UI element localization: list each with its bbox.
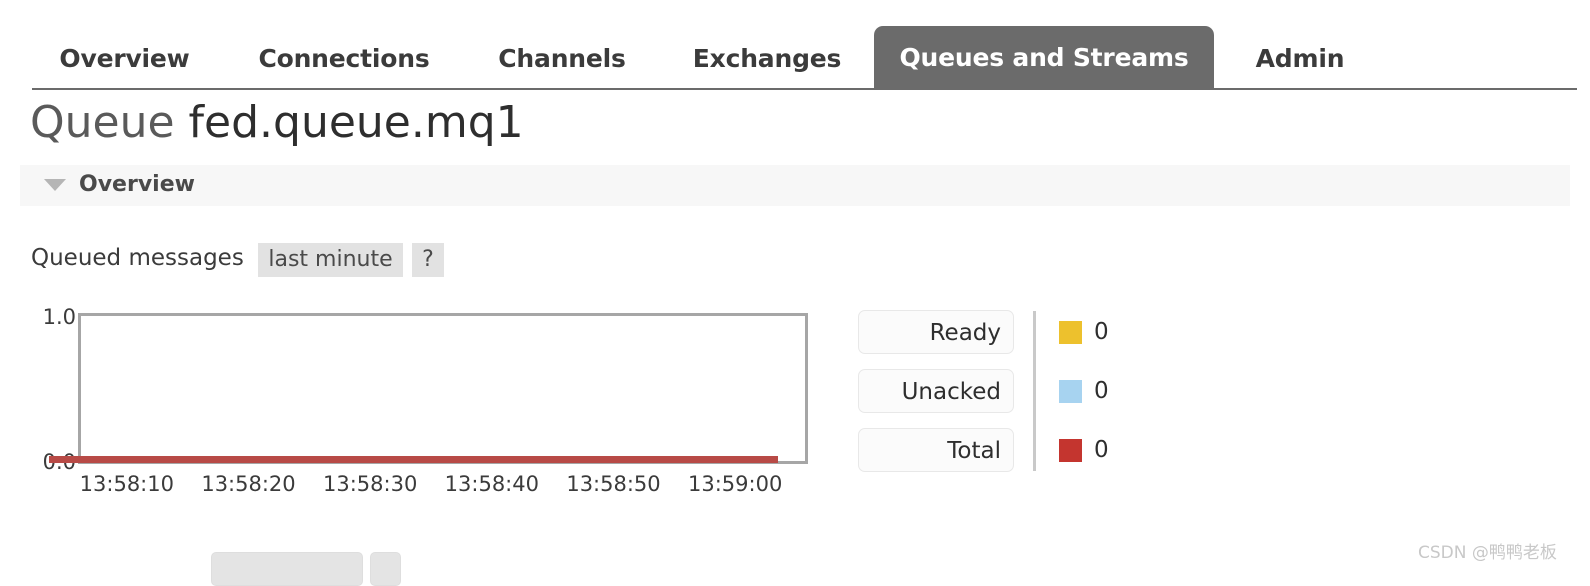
legend-divider [1033, 311, 1036, 471]
legend-value-total: 0 [1094, 437, 1109, 463]
x-axis-tick: 13:58:30 [322, 472, 418, 496]
x-axis-tick: 13:59:00 [687, 472, 783, 496]
x-axis-tick: 13:58:20 [201, 472, 296, 496]
legend-value-ready: 0 [1094, 319, 1109, 345]
nav-tab-connections[interactable]: Connections [249, 30, 439, 88]
overview-section-label: Overview [79, 172, 195, 197]
chart-legend: Ready 0 Unacked 0 Total 0 [858, 310, 1178, 475]
queued-messages-chart: 1.0 0.0 13:58:1013:58:2013:58:3013:58:40… [30, 300, 820, 500]
time-period-button[interactable]: last minute [258, 243, 403, 277]
page-title: Queue fed.queue.mq1 [30, 97, 524, 149]
x-axis-tick: 13:58:50 [566, 472, 661, 496]
nav-tab-channels[interactable]: Channels [487, 30, 637, 88]
legend-row: Unacked 0 [858, 369, 1178, 413]
bottom-control-wide[interactable] [211, 552, 363, 586]
legend-color-swatch [1059, 321, 1082, 344]
x-axis-tick: 13:58:40 [444, 472, 539, 496]
nav-tab-queues-and-streams[interactable]: Queues and Streams [874, 26, 1214, 90]
watermark: CSDN @鸭鸭老板 [1418, 543, 1557, 563]
bottom-control-narrow[interactable] [370, 552, 401, 586]
x-axis-tick: 13:58:10 [79, 472, 174, 496]
nav-tab-admin[interactable]: Admin [1245, 30, 1355, 88]
chart-plot-area [78, 313, 808, 464]
legend-label-ready[interactable]: Ready [858, 310, 1014, 354]
legend-row: Total 0 [858, 428, 1178, 472]
overview-section-header[interactable] [20, 165, 1570, 206]
y-axis-tick-max: 1.0 [42, 305, 76, 329]
nav-bottom-rule [32, 88, 1577, 90]
queued-messages-label: Queued messages [31, 245, 244, 271]
nav-tab-exchanges[interactable]: Exchanges [682, 30, 852, 88]
legend-color-swatch [1059, 380, 1082, 403]
chart-series-line-total [49, 456, 778, 463]
page-title-queue-name: fed.queue.mq1 [188, 97, 524, 148]
help-button[interactable]: ? [412, 243, 444, 277]
legend-row: Ready 0 [858, 310, 1178, 354]
legend-label-unacked[interactable]: Unacked [858, 369, 1014, 413]
page-title-prefix: Queue [30, 97, 175, 148]
triangle-down-icon[interactable] [44, 179, 66, 191]
legend-label-total[interactable]: Total [858, 428, 1014, 472]
legend-color-swatch [1059, 439, 1082, 462]
legend-value-unacked: 0 [1094, 378, 1109, 404]
nav-tab-overview[interactable]: Overview [32, 30, 217, 88]
